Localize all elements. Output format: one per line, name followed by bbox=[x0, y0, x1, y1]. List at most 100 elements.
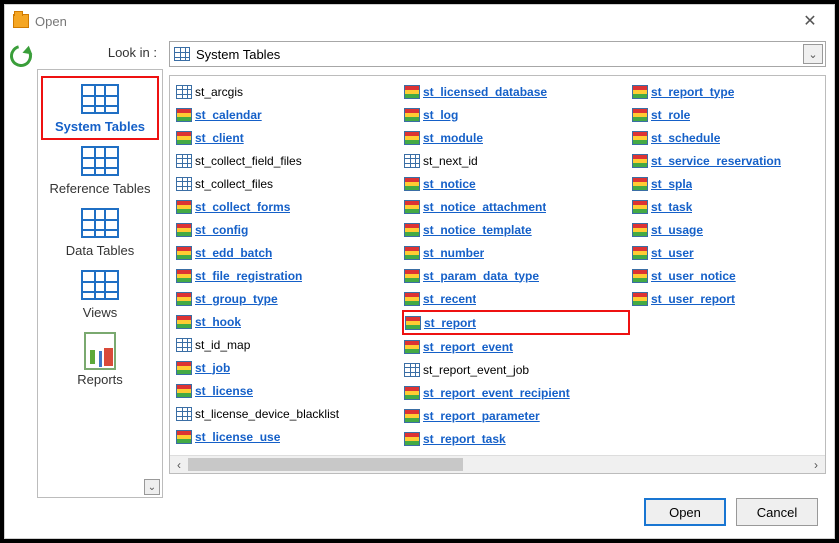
file-item[interactable]: st_hook bbox=[174, 310, 402, 333]
scroll-track[interactable] bbox=[188, 456, 807, 473]
file-item[interactable]: st_report_task bbox=[402, 427, 630, 450]
table-color-icon bbox=[404, 200, 420, 214]
file-item[interactable]: st_file_registration bbox=[174, 264, 402, 287]
look-in-dropdown[interactable]: System Tables ⌄ bbox=[169, 41, 826, 67]
horizontal-scrollbar[interactable]: ‹ › bbox=[170, 455, 825, 473]
file-item[interactable]: st_report_event_job bbox=[402, 358, 630, 381]
table-color-icon bbox=[632, 154, 648, 168]
file-item[interactable]: st_config bbox=[174, 218, 402, 241]
sidebar-scroll-down[interactable]: ⌄ bbox=[144, 479, 160, 495]
file-item-label: st_group_type bbox=[195, 292, 278, 306]
file-item[interactable]: st_report_event bbox=[402, 335, 630, 358]
file-item[interactable]: st_number bbox=[402, 241, 630, 264]
file-item[interactable]: st_notice bbox=[402, 172, 630, 195]
table-color-icon bbox=[632, 85, 648, 99]
table-color-icon bbox=[632, 246, 648, 260]
file-item[interactable]: st_license_use bbox=[174, 425, 402, 448]
sidebar-item-system-tables[interactable]: System Tables bbox=[41, 76, 159, 140]
file-item[interactable]: st_role bbox=[630, 103, 826, 126]
file-item[interactable]: st_recent bbox=[402, 287, 630, 310]
table-icon bbox=[174, 47, 190, 61]
chevron-down-icon[interactable]: ⌄ bbox=[803, 44, 823, 64]
file-item[interactable]: st_notice_attachment bbox=[402, 195, 630, 218]
file-item[interactable]: st_module bbox=[402, 126, 630, 149]
file-item[interactable]: st_client bbox=[174, 126, 402, 149]
table-color-icon bbox=[404, 340, 420, 354]
sidebar-item-label: Views bbox=[41, 305, 159, 320]
sidebar-item-views[interactable]: Views bbox=[41, 264, 159, 326]
file-item[interactable]: st_task bbox=[630, 195, 826, 218]
table-color-icon bbox=[404, 269, 420, 283]
titlebar: Open ✕ bbox=[5, 5, 834, 37]
file-item-label: st_notice_template bbox=[423, 223, 532, 237]
file-item-label: st_license_use bbox=[195, 430, 280, 444]
file-item-label: st_collect_forms bbox=[195, 200, 290, 214]
open-button[interactable]: Open bbox=[644, 498, 726, 526]
file-item-label: st_report_type bbox=[651, 85, 734, 99]
file-item[interactable]: st_report_event_recipient bbox=[402, 381, 630, 404]
file-item[interactable]: st_license bbox=[174, 379, 402, 402]
file-item[interactable]: st_job bbox=[174, 356, 402, 379]
file-item[interactable]: st_user bbox=[630, 241, 826, 264]
table-color-icon bbox=[404, 177, 420, 191]
scroll-thumb[interactable] bbox=[188, 458, 463, 471]
scroll-left-button[interactable]: ‹ bbox=[170, 456, 188, 473]
file-item[interactable]: st_usage bbox=[630, 218, 826, 241]
file-item[interactable]: st_id_map bbox=[174, 333, 402, 356]
file-item-label: st_edd_batch bbox=[195, 246, 272, 260]
file-item[interactable]: st_collect_files bbox=[174, 172, 402, 195]
file-item[interactable]: st_schedule bbox=[630, 126, 826, 149]
file-item[interactable]: st_report_parameter bbox=[402, 404, 630, 427]
sidebar-item-reports[interactable]: Reports bbox=[41, 326, 159, 393]
file-item[interactable]: st_calendar bbox=[174, 103, 402, 126]
file-item[interactable]: st_collect_forms bbox=[174, 195, 402, 218]
file-item[interactable]: st_report_type bbox=[630, 80, 826, 103]
scroll-right-button[interactable]: › bbox=[807, 456, 825, 473]
file-item[interactable]: st_licensed_database bbox=[402, 80, 630, 103]
file-item[interactable]: st_param_data_type bbox=[402, 264, 630, 287]
sidebar-item-data-tables[interactable]: Data Tables bbox=[41, 202, 159, 264]
table-color-icon bbox=[176, 131, 192, 145]
file-item-label: st_number bbox=[423, 246, 484, 260]
file-item[interactable]: st_spla bbox=[630, 172, 826, 195]
sidebar-item-reference-tables[interactable]: Reference Tables bbox=[41, 140, 159, 202]
file-item-label: st_arcgis bbox=[195, 85, 243, 99]
sidebar-item-label: System Tables bbox=[43, 119, 157, 134]
file-item[interactable]: st_license_device_blacklist bbox=[174, 402, 402, 425]
table-color-icon bbox=[176, 108, 192, 122]
file-item-label: st_job bbox=[195, 361, 230, 375]
file-item[interactable]: st_report bbox=[402, 310, 630, 335]
file-item-label: st_log bbox=[423, 108, 458, 122]
file-list-area: st_arcgisst_calendarst_clientst_collect_… bbox=[169, 75, 826, 474]
file-item[interactable]: st_next_id bbox=[402, 149, 630, 172]
file-item-label: st_collect_files bbox=[195, 177, 273, 191]
table-color-icon bbox=[176, 292, 192, 306]
file-item[interactable]: st_collect_field_files bbox=[174, 149, 402, 172]
refresh-icon[interactable] bbox=[6, 41, 36, 71]
cancel-button[interactable]: Cancel bbox=[736, 498, 818, 526]
file-item[interactable]: st_notice_template bbox=[402, 218, 630, 241]
table-icon bbox=[176, 154, 192, 168]
table-color-icon bbox=[404, 292, 420, 306]
table-icon bbox=[176, 338, 192, 352]
table-color-icon bbox=[176, 430, 192, 444]
file-item[interactable]: st_service_reservation bbox=[630, 149, 826, 172]
left-rail bbox=[5, 37, 37, 538]
file-item[interactable]: st_arcgis bbox=[174, 80, 402, 103]
table-icon bbox=[404, 154, 420, 168]
file-item-label: st_license_device_blacklist bbox=[195, 407, 339, 421]
table-icon bbox=[176, 85, 192, 99]
file-item[interactable]: st_group_type bbox=[174, 287, 402, 310]
file-item-label: st_service_reservation bbox=[651, 154, 781, 168]
file-item-label: st_user bbox=[651, 246, 694, 260]
file-item[interactable]: st_user_report bbox=[630, 287, 826, 310]
file-item-label: st_report_task bbox=[423, 432, 506, 446]
file-item-label: st_calendar bbox=[195, 108, 262, 122]
file-item-label: st_notice bbox=[423, 177, 476, 191]
table-color-icon bbox=[404, 409, 420, 423]
file-item[interactable]: st_log bbox=[402, 103, 630, 126]
file-item[interactable]: st_edd_batch bbox=[174, 241, 402, 264]
grid-icon bbox=[81, 208, 119, 238]
close-button[interactable]: ✕ bbox=[790, 7, 830, 35]
file-item[interactable]: st_user_notice bbox=[630, 264, 826, 287]
